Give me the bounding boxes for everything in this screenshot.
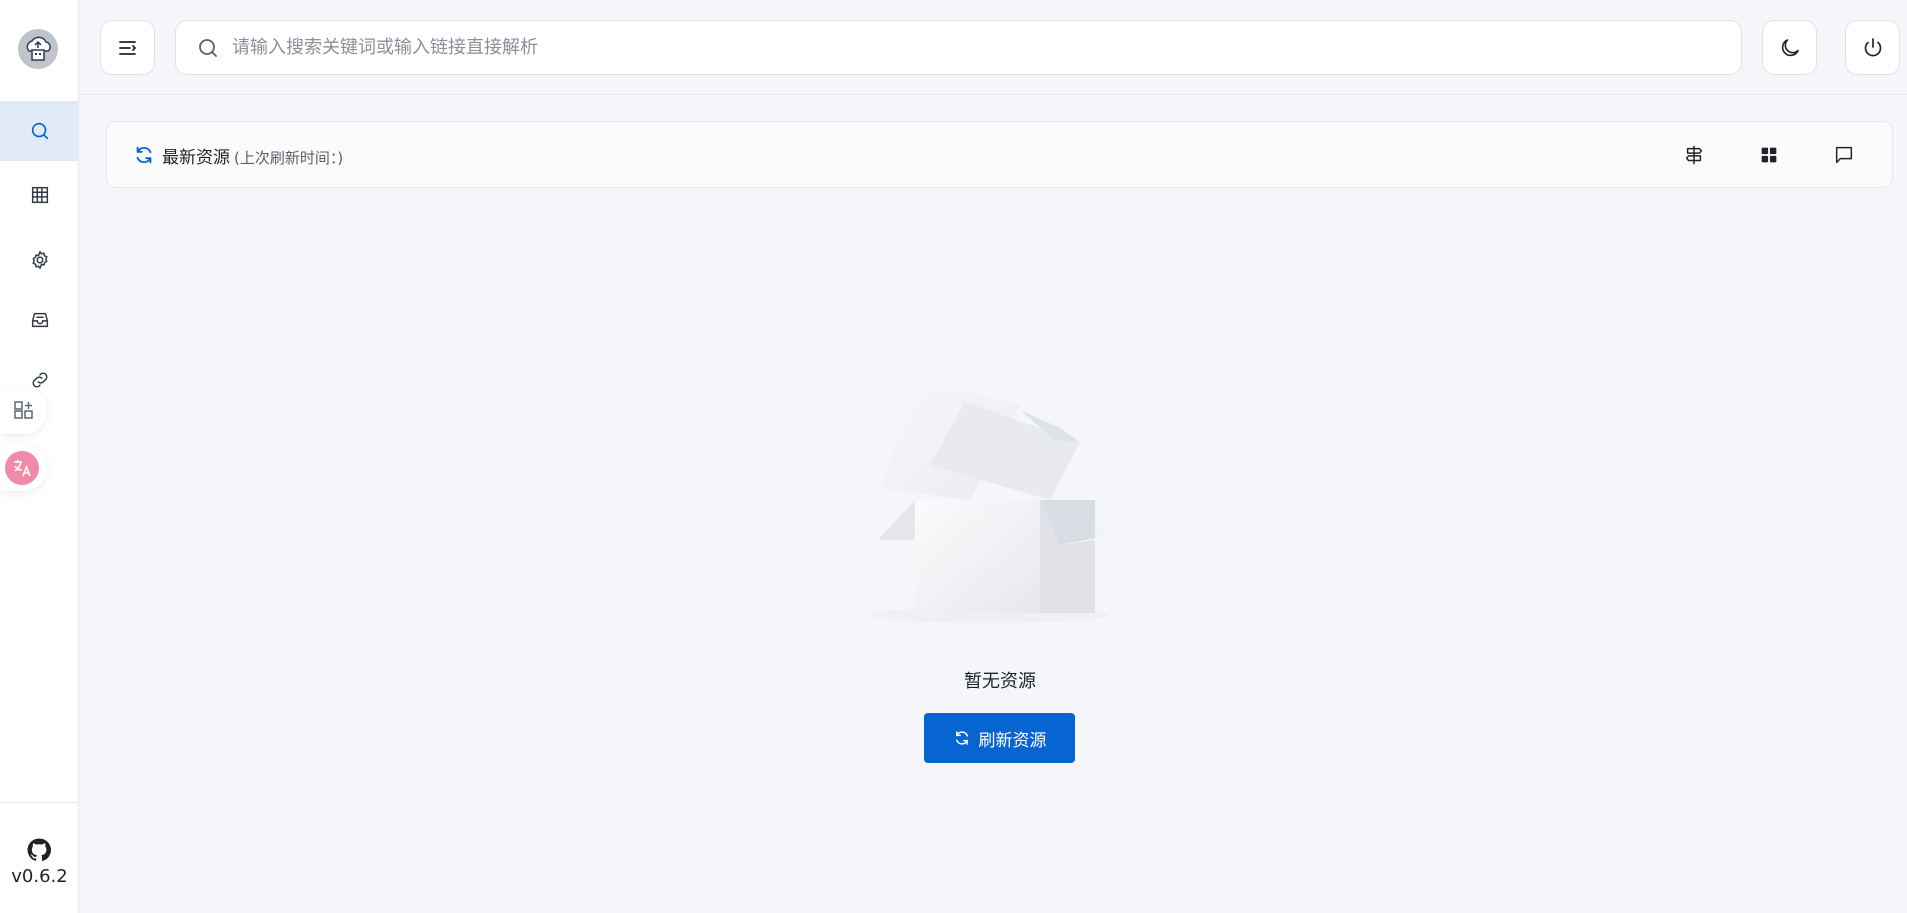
translate-icon <box>4 451 39 485</box>
refresh-resources-label: 刷新资源 <box>978 730 1047 751</box>
latest-resources-header: 最新资源 (上次刷新时间：) <box>106 121 1893 188</box>
refresh-icon <box>955 731 968 745</box>
apps-add-button[interactable] <box>0 388 47 434</box>
message-icon <box>1835 146 1853 164</box>
filter-sign-icon <box>1685 145 1703 165</box>
search-input[interactable] <box>230 22 1741 73</box>
sidebar: v0.6.2 <box>0 0 79 913</box>
sidebar-item-inbox[interactable] <box>0 290 79 350</box>
refresh-resources-button[interactable]: 刷新资源 <box>924 713 1075 763</box>
last-refresh-time: (上次刷新时间：) <box>234 149 344 167</box>
grid-icon <box>1761 147 1777 163</box>
filter-sign-button[interactable] <box>1681 142 1707 168</box>
moon-icon <box>1781 38 1799 56</box>
sidebar-item-search[interactable] <box>0 101 79 161</box>
theme-toggle-button[interactable] <box>1762 20 1817 75</box>
apps-add-icon <box>13 401 33 419</box>
empty-state-text: 暂无资源 <box>964 671 1036 692</box>
sidebar-item-table[interactable] <box>0 165 79 225</box>
search-icon <box>199 38 217 57</box>
table-icon <box>31 186 48 204</box>
empty-box-illustration <box>870 380 1110 623</box>
cloud-robot-logo[interactable] <box>18 29 58 69</box>
message-button[interactable] <box>1831 142 1857 168</box>
topbar <box>80 0 1907 95</box>
section-title: 最新资源 (上次刷新时间：) <box>162 143 343 168</box>
sidebar-footer <box>0 802 79 913</box>
search-icon <box>31 122 48 140</box>
inbox-icon <box>31 312 48 328</box>
menu-toggle-button[interactable] <box>100 20 155 75</box>
sidebar-item-settings[interactable] <box>0 230 79 290</box>
translate-button[interactable] <box>0 445 47 491</box>
version-label: v0.6.2 <box>11 866 68 887</box>
link-icon <box>32 372 47 388</box>
github-icon[interactable] <box>26 837 52 863</box>
menu-toggle-icon <box>118 40 136 55</box>
refresh-icon[interactable] <box>133 144 155 166</box>
gear-icon <box>31 251 48 269</box>
power-icon <box>1864 37 1881 56</box>
section-title-text: 最新资源 <box>162 148 230 168</box>
search-bar[interactable] <box>175 20 1742 75</box>
power-button[interactable] <box>1845 20 1900 75</box>
grid-view-button[interactable] <box>1756 142 1782 168</box>
